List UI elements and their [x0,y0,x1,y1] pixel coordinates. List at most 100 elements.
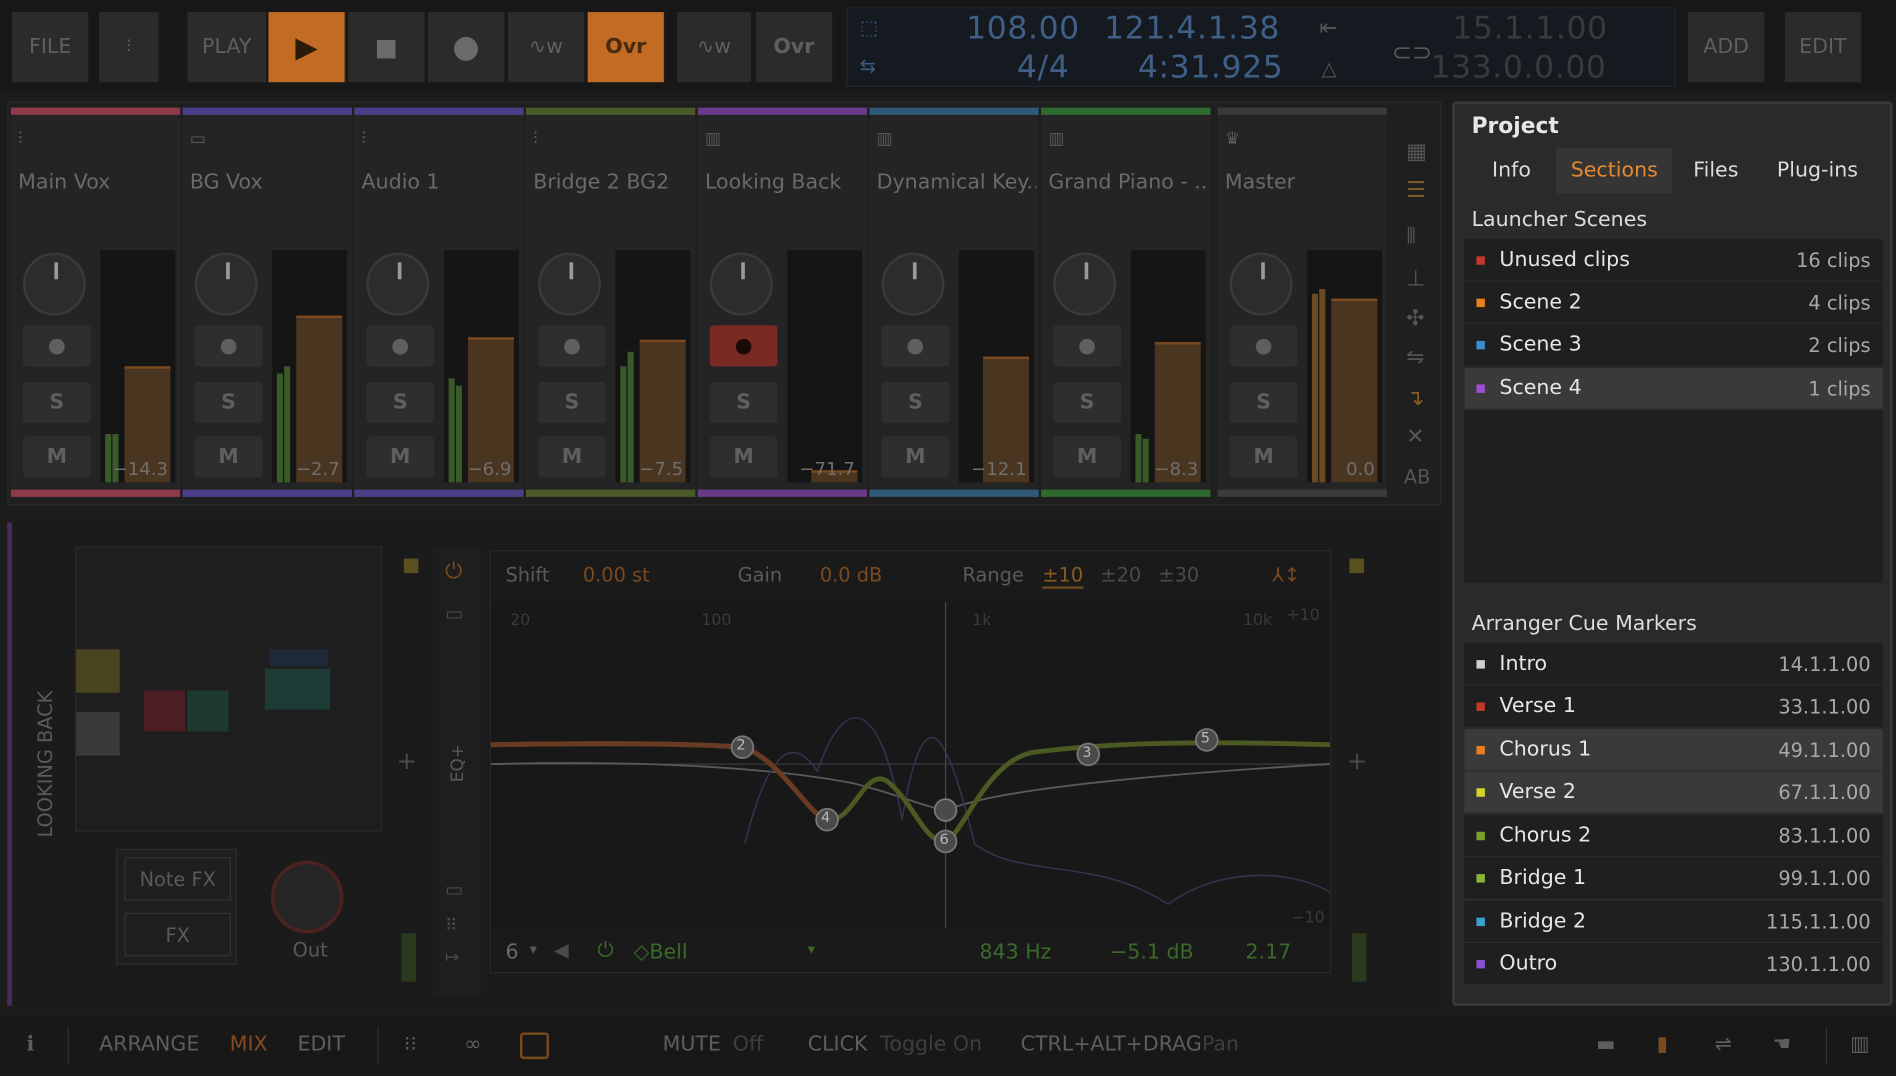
record-arm-button[interactable]: ● [538,325,606,367]
stop-icon[interactable]: ■ [348,12,426,83]
pad[interactable] [143,690,186,732]
mute-button[interactable]: M [538,436,606,478]
grid-icon[interactable]: ▦ [1406,139,1427,164]
groove-icon[interactable]: △ [1322,57,1337,80]
cue-marker-row[interactable]: Bridge 2 115.1.1.00 [1464,900,1883,944]
piano-icon[interactable]: ▥ [1850,1032,1869,1056]
band-gain[interactable]: −5.1 dB [1110,941,1194,965]
record-arm-button[interactable]: ● [366,325,435,367]
file-icon[interactable]: ▮ [1657,1032,1668,1056]
hand-icon[interactable]: ☚ [1773,1032,1791,1056]
tab-plug-ins[interactable]: Plug-ins [1764,147,1870,193]
track-name[interactable]: Grand Piano - ... [1048,170,1208,194]
mute-button[interactable]: M [22,436,91,478]
solo-button[interactable]: S [709,382,778,424]
play-icon[interactable]: ▶ [268,12,346,83]
device-panel-icon[interactable] [519,1032,549,1060]
eq-graph[interactable]: 20 100 1k 10k +10 −10 2 4 6 3 5 [490,602,1331,929]
solo-button[interactable]: S [22,382,91,424]
eq-node[interactable] [933,798,958,822]
metronome-icon[interactable]: ⬚ [860,16,878,39]
sync-icon[interactable]: ⇆ [860,54,876,77]
mute-button[interactable]: M [1053,436,1121,478]
volume-fader[interactable]: −71.7 [787,250,863,483]
pan-knob[interactable] [709,252,773,316]
clip-launcher-icon[interactable]: ⁝⁝ [404,1032,417,1056]
speaker-icon[interactable]: ◀ [554,938,569,961]
pad[interactable] [76,712,120,756]
range-30-button[interactable]: ±30 [1158,563,1199,586]
mix-view-button[interactable]: MIX [230,1032,268,1056]
grid-dots-icon[interactable]: ⠿ [445,916,457,935]
tempo-display[interactable]: 108.00 [966,11,1080,47]
sends-icon[interactable]: ⊥ [1406,266,1425,291]
mixer-strip[interactable]: ⫶ Bridge 2 BG2 ● S M −7.5 [526,107,696,497]
cue-marker-row[interactable]: Verse 2 67.1.1.00 [1464,771,1883,814]
fx-button[interactable]: FX [124,912,231,957]
drum-pad-grid[interactable] [74,546,383,832]
scene-row[interactable]: Scene 3 2 clips [1464,324,1883,367]
automation-write-icon[interactable]: ∿w [507,12,586,83]
pad[interactable] [76,649,120,693]
cue-marker-row[interactable]: Chorus 2 83.1.1.00 [1464,814,1883,858]
mute-button[interactable]: M [194,436,263,478]
cue-marker-row[interactable]: Verse 1 33.1.1.00 [1464,685,1883,728]
record-icon[interactable]: ● [428,12,506,83]
volume-fader[interactable]: −7.5 [615,250,691,483]
power-icon[interactable]: ⏻ [445,559,462,584]
add-device-icon[interactable]: + [1347,746,1367,775]
chevron-down-icon[interactable]: ▾ [530,941,537,958]
band-type-select[interactable]: ◇Bell [634,941,688,965]
power-icon[interactable]: ⏻ [597,938,613,962]
solo-button[interactable]: S [366,382,435,424]
io-icon[interactable]: ↦ [445,948,459,967]
band-frequency[interactable]: 843 Hz [979,941,1051,965]
volume-fader[interactable]: −6.9 [443,250,519,483]
scene-row[interactable]: Unused clips 16 clips [1464,239,1883,282]
mixer-strip[interactable]: ▭ BG Vox ● S M −2.7 [182,107,352,497]
pan-knob[interactable] [881,252,945,316]
loop-end[interactable]: 133.0.0.00 [1430,50,1606,86]
link-icon[interactable]: ∞ [464,1032,481,1056]
tab-sections[interactable]: Sections [1556,147,1673,194]
range-20-button[interactable]: ±20 [1100,563,1141,586]
edit-view-button[interactable]: EDIT [297,1032,344,1056]
solo-button[interactable]: S [881,382,950,424]
chevron-down-icon[interactable]: ▾ [808,941,815,958]
cue-marker-row[interactable]: Chorus 1 49.1.1.00 [1464,729,1883,772]
solo-button[interactable]: S [194,382,263,424]
track-name[interactable]: Bridge 2 BG2 [533,170,693,194]
mute-button[interactable]: M [881,436,950,478]
loop-icon[interactable]: ⊂⊃ [1392,37,1433,66]
scene-row[interactable]: Scene 2 4 clips [1464,281,1883,325]
mixer-strip[interactable]: ⫶ Audio 1 ● S M −6.9 [354,107,524,497]
mixer-icon[interactable]: ⇌ [1715,1032,1732,1056]
folder-icon[interactable]: ▭ [445,602,463,625]
mute-button[interactable]: M [366,436,435,478]
overdub-button[interactable]: Ovr [587,12,666,83]
note-fx-button[interactable]: Note FX [124,857,231,901]
analyzer-icon[interactable]: ⅄↕ [1272,563,1300,586]
info-icon[interactable]: ℹ [27,1032,35,1056]
arrange-view-button[interactable]: ARRANGE [99,1032,199,1056]
track-name[interactable]: Main Vox [18,170,178,194]
track-name[interactable]: BG Vox [190,170,350,194]
pan-knob[interactable] [366,252,430,316]
pad[interactable] [264,668,331,710]
mute-button[interactable]: M [1229,436,1298,478]
record-arm-button[interactable]: ● [22,325,91,367]
solo-button[interactable]: S [1229,382,1298,424]
out-knob[interactable] [270,860,344,934]
solo-button[interactable]: S [1053,382,1121,424]
record-arm-button[interactable]: ● [194,325,263,367]
audio-wave-icon[interactable]: ⫶ [99,12,160,83]
shift-value[interactable]: 0.00 st [583,563,650,586]
range-10-button[interactable]: ±10 [1042,563,1084,589]
track-name[interactable]: Master [1225,170,1385,194]
track-name[interactable]: Audio 1 [362,170,522,194]
solo-button[interactable]: S [538,382,606,424]
cue-marker-row[interactable]: Intro 14.1.1.00 [1464,643,1883,686]
mixer-strip[interactable]: ⫶ Main Vox ● S M −14.3 [10,107,181,497]
window-icon[interactable]: ▭ [445,878,463,901]
eq-curve[interactable] [490,602,1331,929]
